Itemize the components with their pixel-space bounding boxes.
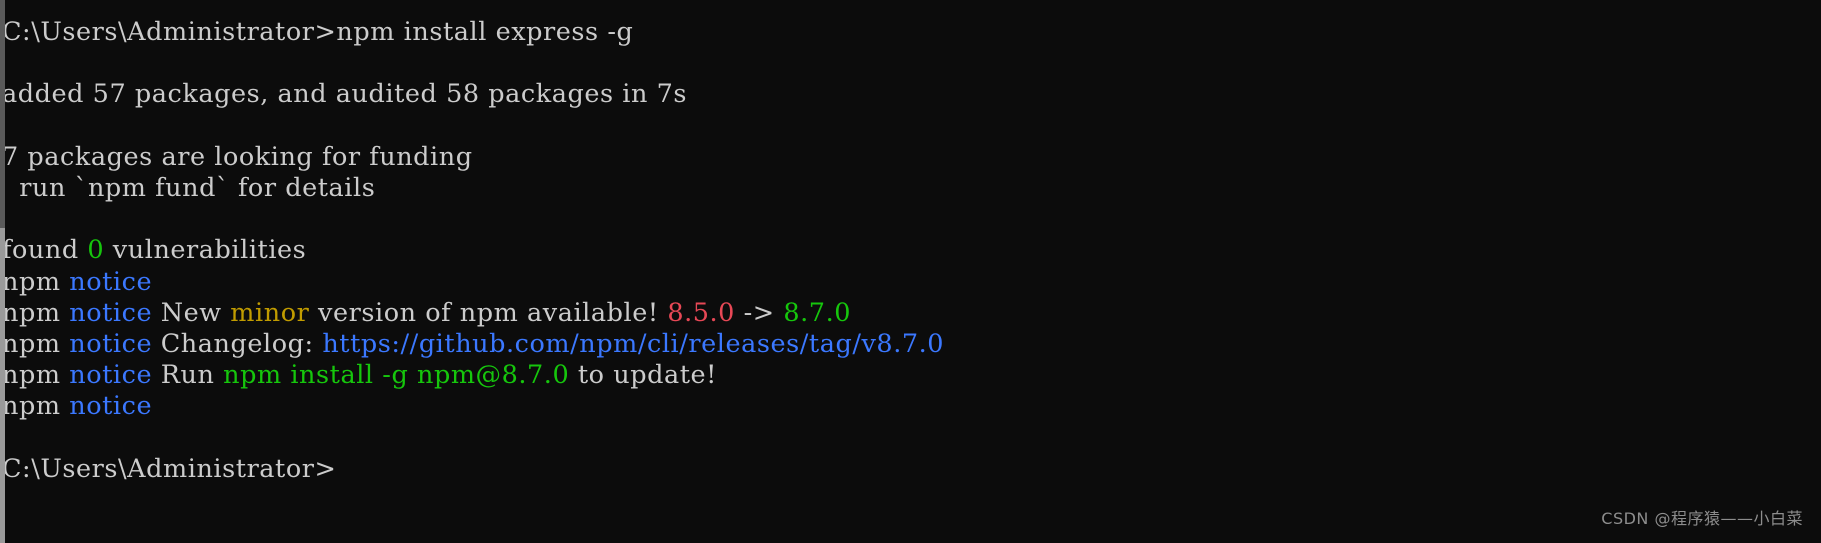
console-output: C:\Users\Administrator>npm install expre… xyxy=(0,0,1821,485)
line-notice-new-version: npm notice New minor version of npm avai… xyxy=(2,298,1821,329)
text-segment: npm install -g npm@8.7.0 xyxy=(223,360,570,391)
text-segment: notice xyxy=(69,297,153,328)
line-notice-2: npm notice xyxy=(2,391,1821,422)
line-prompt: C:\Users\Administrator> xyxy=(2,454,1821,485)
line-fund-details: run `npm fund` for details xyxy=(2,173,1821,204)
line-blank-3 xyxy=(2,204,1821,235)
line-blank-2 xyxy=(2,111,1821,142)
text-segment: minor xyxy=(230,297,310,328)
scrollbar-thumb[interactable] xyxy=(0,0,5,228)
line-notice-changelog: npm notice Changelog: https://github.com… xyxy=(2,329,1821,360)
text-segment: npm xyxy=(2,297,70,328)
text-segment: https://github.com/npm/cli/releases/tag/… xyxy=(322,328,945,359)
text-segment: notice xyxy=(69,328,153,359)
terminal-window: C:\Users\Administrator>npm install expre… xyxy=(0,0,1821,543)
text-segment: 0 xyxy=(87,235,105,266)
text-segment: Run xyxy=(152,360,224,391)
text-segment: npm xyxy=(2,328,70,359)
text-segment: found xyxy=(2,235,88,266)
text-segment: 8.5.0 xyxy=(667,297,735,328)
line-vulnerabilities: found 0 vulnerabilities xyxy=(2,235,1821,266)
text-segment: version of npm available! xyxy=(309,297,668,328)
text-segment: to update! xyxy=(569,360,717,391)
line-funding: 7 packages are looking for funding xyxy=(2,142,1821,173)
line-notice-1: npm notice xyxy=(2,267,1821,298)
text-segment: notice xyxy=(69,391,153,422)
text-segment: notice xyxy=(69,360,153,391)
line-command: C:\Users\Administrator>npm install expre… xyxy=(2,17,1821,48)
line-added-packages: added 57 packages, and audited 58 packag… xyxy=(2,79,1821,110)
text-segment: C:\Users\Administrator>npm install expre… xyxy=(2,17,634,47)
text-segment: New xyxy=(152,297,231,328)
text-segment: npm xyxy=(2,360,70,391)
text-segment: vulnerabilities xyxy=(104,235,307,266)
text-segment: added 57 packages, and audited 58 packag… xyxy=(2,79,688,110)
text-segment: 7 packages are looking for funding xyxy=(2,141,473,172)
text-segment: C:\Users\Administrator> xyxy=(2,453,337,484)
line-blank-1 xyxy=(2,48,1821,79)
line-notice-run-update: npm notice Run npm install -g npm@8.7.0 … xyxy=(2,360,1821,391)
scrollbar-track[interactable] xyxy=(0,0,5,543)
text-segment: npm xyxy=(2,266,70,297)
text-segment: 8.7.0 xyxy=(783,297,851,328)
csdn-watermark: CSDN @程序猿——小白菜 xyxy=(1601,509,1803,528)
line-blank-4 xyxy=(2,422,1821,453)
text-segment: notice xyxy=(69,266,153,297)
text-segment: -> xyxy=(734,297,784,328)
text-segment: Changelog: xyxy=(152,328,323,359)
text-segment: run `npm fund` for details xyxy=(2,172,376,203)
text-segment: npm xyxy=(2,391,70,422)
